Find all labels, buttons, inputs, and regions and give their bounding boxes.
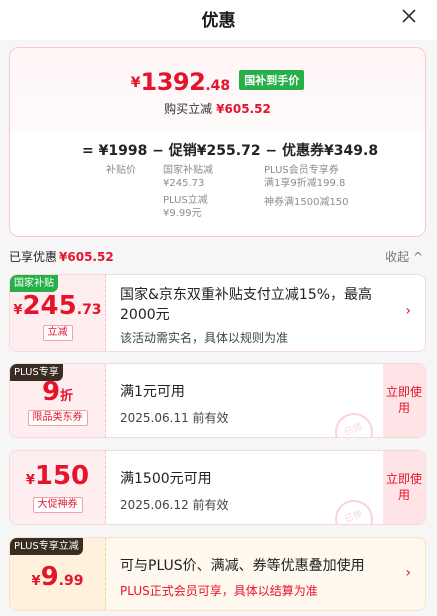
final-price-currency: ¥ [130,75,141,91]
coupon-note: PLUS正式会员可享，具体以结算为准 [120,584,318,598]
final-price-row: ¥1392.48 国补到手价 [10,68,425,96]
enjoyed-label: 已享优惠 [9,250,58,264]
coupon-promo-150[interactable]: ¥150 大促神券 满1500元可用 2025.06.12 前有效 已领 立即使… [9,450,426,525]
final-price-dec: .48 [205,78,231,94]
close-icon[interactable] [399,6,419,26]
save-label: 购买立减 [164,102,213,116]
coupon-expiry: 2025.06.11 前有效 [120,411,229,425]
coupon-amount: 9折 [10,377,105,407]
final-price-int: 1392 [140,68,206,96]
use-now-button[interactable]: 立即使用 [383,364,425,437]
save-amount: ¥605.52 [216,102,271,116]
coupon-badge: 国家补贴 [10,275,58,292]
promo-plus-label: PLUS立减 [163,195,208,206]
coupon-value-panel: ¥150 大促神券 [10,451,106,524]
coupon-title: 满1500元可用 [120,471,212,487]
save-row: 购买立减 ¥605.52 [10,100,425,117]
promo-subsidy-amount: ¥245.73 [163,178,205,189]
coupon-amount-int: 245 [22,291,77,321]
chevron-right-icon[interactable]: › [405,303,411,319]
coupon-title: 国家&京东双重补贴支付立减15%，最高2000元 [120,287,373,323]
promo-plus-caption: PLUS立减 ¥9.99元 [163,194,208,220]
coupon-amount-int: 150 [34,461,90,491]
base-price-caption: 补贴价 [106,165,136,176]
coupon-plus-label: PLUS会员专享券 [264,165,339,176]
coupon-value-panel: 国家补贴 ¥245.73 立减 [10,275,106,351]
coupon-expiry: 2025.06.12 前有效 [120,498,229,512]
claimed-stamp: 已领 [329,494,379,524]
chevron-right-icon[interactable]: › [405,565,411,581]
price-breakdown-card: ¥1392.48 国补到手价 购买立减 ¥605.52 = ¥1998 − 促销¥… [9,47,426,237]
coupon-discount-unit: 折 [60,389,74,404]
coupon-title: 可与PLUS价、满减、券等优惠叠加使用 [120,558,365,574]
use-now-button[interactable]: 立即使用 [383,451,425,524]
promo-subsidy-caption: 国家补贴减 ¥245.73 [163,164,213,190]
subsidy-price-tag: 国补到手价 [239,70,305,90]
coupon-plus-caption: PLUS会员专享券 满1享9折减199.8 [264,164,345,190]
coupon-currency: ¥ [31,574,41,589]
final-price-area: ¥1392.48 国补到手价 购买立减 ¥605.52 [10,48,425,130]
coupon-amount-dec: .73 [76,302,102,318]
coupon-plus-instant[interactable]: PLUS专享立减 ¥9.99 可与PLUS价、满减、券等优惠叠加使用 PLUS正… [9,537,426,611]
coupon-amount: ¥9.99 [10,562,105,592]
coupon-value-panel: PLUS专享立减 ¥9.99 [10,538,106,610]
coupon-type-label: 立减 [42,325,73,341]
coupon-plus-discount[interactable]: PLUS专享 9折 限品类东券 满1元可用 2025.06.11 前有效 已领 … [9,363,426,438]
coupon-amount: ¥245.73 [10,291,105,321]
promo-subsidy-label: 国家补贴减 [163,165,213,176]
coupon-shen-caption: 神券满1500减150 [264,197,349,208]
coupon-plus-detail: 满1享9折减199.8 [264,178,346,189]
enjoyed-amount: ¥605.52 [59,250,114,264]
coupon-type-label: 限品类东券 [27,410,88,426]
claimed-stamp: 已领 [329,407,379,437]
enjoyed-discount: 已享优惠 ¥605.52 [9,248,114,265]
coupon-national-subsidy[interactable]: 国家补贴 ¥245.73 立减 国家&京东双重补贴支付立减15%，最高2000元… [9,274,426,352]
header-bar: 优惠 [0,0,437,40]
coupon-value-panel: PLUS专享 9折 限品类东券 [10,364,106,437]
coupon-discount-value: 9 [41,377,61,407]
coupon-badge: PLUS专享立减 [10,538,83,555]
coupon-title: 满1元可用 [120,384,185,400]
price-formula: = ¥1998 − 促销¥255.72 − 优惠券¥349.8 [82,143,379,159]
coupon-amount: ¥150 [10,461,105,491]
coupon-currency: ¥ [25,473,35,488]
page-title: 优惠 [201,11,236,31]
coupon-note: 该活动需实名，具体以规则为准 [120,331,289,345]
promo-plus-amount: ¥9.99元 [163,208,202,219]
coupon-amount-dec: .99 [58,573,84,589]
collapse-toggle[interactable]: 收起 ^ [385,248,423,265]
coupon-amount-int: 9 [40,562,59,592]
coupon-type-label: 大促神券 [32,497,83,513]
